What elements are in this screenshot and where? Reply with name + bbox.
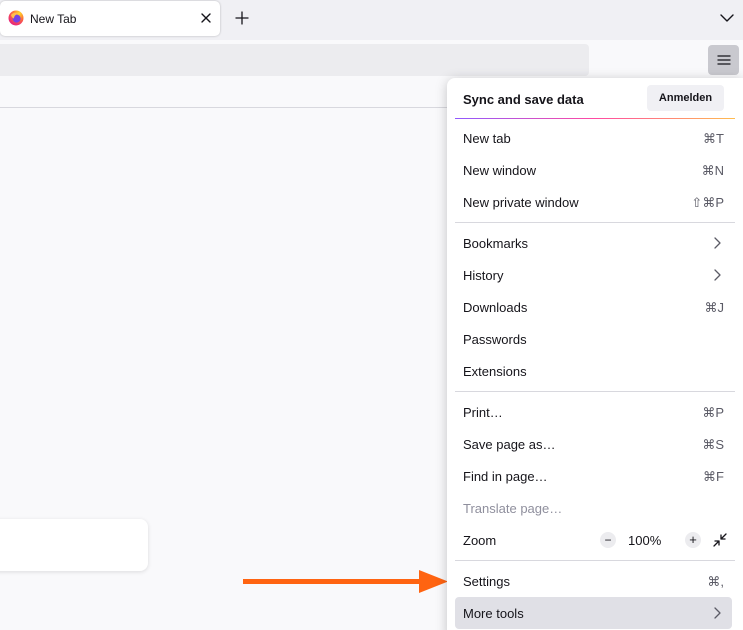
menu-item-downloads[interactable]: Downloads ⌘J: [455, 291, 732, 323]
menu-item-print[interactable]: Print… ⌘P: [455, 396, 732, 428]
menu-item-label: Downloads: [463, 300, 528, 315]
menu-item-label: Bookmarks: [463, 236, 529, 251]
menu-separator: [455, 560, 735, 561]
menu-item-shortcut: ⌘N: [701, 163, 724, 178]
app-menu-button[interactable]: [708, 45, 739, 75]
menu-item-label: New private window: [463, 195, 579, 210]
menu-item-shortcut: ⇧⌘P: [691, 195, 724, 210]
address-bar[interactable]: [0, 44, 589, 76]
menu-item-shortcut: ⌘J: [704, 300, 725, 315]
app-menu-panel: Sync and save data Anmelden New tab ⌘T N…: [447, 78, 743, 630]
menu-item-label: More tools: [463, 606, 524, 621]
menu-item-settings[interactable]: Settings ⌘,: [455, 565, 732, 597]
menu-item-shortcut: ⌘S: [702, 437, 724, 452]
header-divider: [455, 118, 735, 119]
plus-icon[interactable]: [233, 9, 251, 27]
menu-separator: [455, 222, 735, 223]
menu-item-new-tab[interactable]: New tab ⌘T: [455, 122, 732, 154]
menu-item-label: Print…: [463, 405, 503, 420]
menu-item-shortcut: ⌘P: [702, 405, 724, 420]
navigation-toolbar: [0, 40, 743, 80]
signin-button[interactable]: Anmelden: [647, 85, 724, 111]
content-card: [0, 519, 148, 571]
menu-item-label: Translate page…: [463, 501, 563, 516]
menu-item-extensions[interactable]: Extensions: [455, 355, 732, 387]
menu-item-bookmarks[interactable]: Bookmarks: [455, 227, 732, 259]
menu-item-history[interactable]: History: [455, 259, 732, 291]
menu-item-more-tools[interactable]: More tools: [455, 597, 732, 629]
zoom-label: Zoom: [463, 533, 497, 548]
menu-item-shortcut: ⌘,: [707, 574, 724, 589]
zoom-reset-button[interactable]: 100%: [628, 533, 661, 548]
menu-item-save-page-as[interactable]: Save page as… ⌘S: [455, 428, 732, 460]
menu-item-label: New tab: [463, 131, 511, 146]
chevron-right-icon: [714, 269, 721, 281]
menu-item-shortcut: ⌘T: [703, 131, 724, 146]
arrow-icon: [243, 570, 448, 593]
sync-title: Sync and save data: [463, 92, 584, 107]
menu-item-translate-page: Translate page…: [455, 492, 732, 524]
menu-item-label: Save page as…: [463, 437, 556, 452]
tab-new-tab[interactable]: New Tab: [0, 1, 220, 36]
menu-item-find-in-page[interactable]: Find in page… ⌘F: [455, 460, 732, 492]
menu-item-label: Extensions: [463, 364, 527, 379]
sync-header: Sync and save data Anmelden: [447, 78, 743, 118]
hamburger-menu-icon: [716, 55, 731, 65]
firefox-icon: [8, 10, 24, 26]
tab-title: New Tab: [30, 12, 77, 26]
menu-item-new-private-window[interactable]: New private window ⇧⌘P: [455, 186, 732, 218]
zoom-out-button[interactable]: −: [600, 532, 616, 548]
chevron-right-icon: [714, 237, 721, 249]
zoom-controls: Zoom − 100% +: [455, 524, 732, 556]
menu-item-label: New window: [463, 163, 536, 178]
tab-strip: New Tab: [0, 0, 743, 40]
menu-item-shortcut: ⌘F: [703, 469, 724, 484]
menu-item-passwords[interactable]: Passwords: [455, 323, 732, 355]
chevron-down-icon[interactable]: [719, 10, 735, 26]
fullscreen-icon[interactable]: [712, 532, 728, 548]
menu-item-label: Settings: [463, 574, 510, 589]
menu-item-label: Find in page…: [463, 469, 548, 484]
menu-item-new-window[interactable]: New window ⌘N: [455, 154, 732, 186]
menu-item-label: Passwords: [463, 332, 527, 347]
zoom-in-button[interactable]: +: [685, 532, 701, 548]
browser-window: New Tab Sync and save data Anmelden New …: [0, 0, 743, 630]
close-icon[interactable]: [197, 9, 215, 27]
menu-separator: [455, 391, 735, 392]
menu-item-label: History: [463, 268, 504, 283]
chevron-right-icon: [714, 607, 721, 619]
toolbar-divider: [0, 107, 460, 108]
